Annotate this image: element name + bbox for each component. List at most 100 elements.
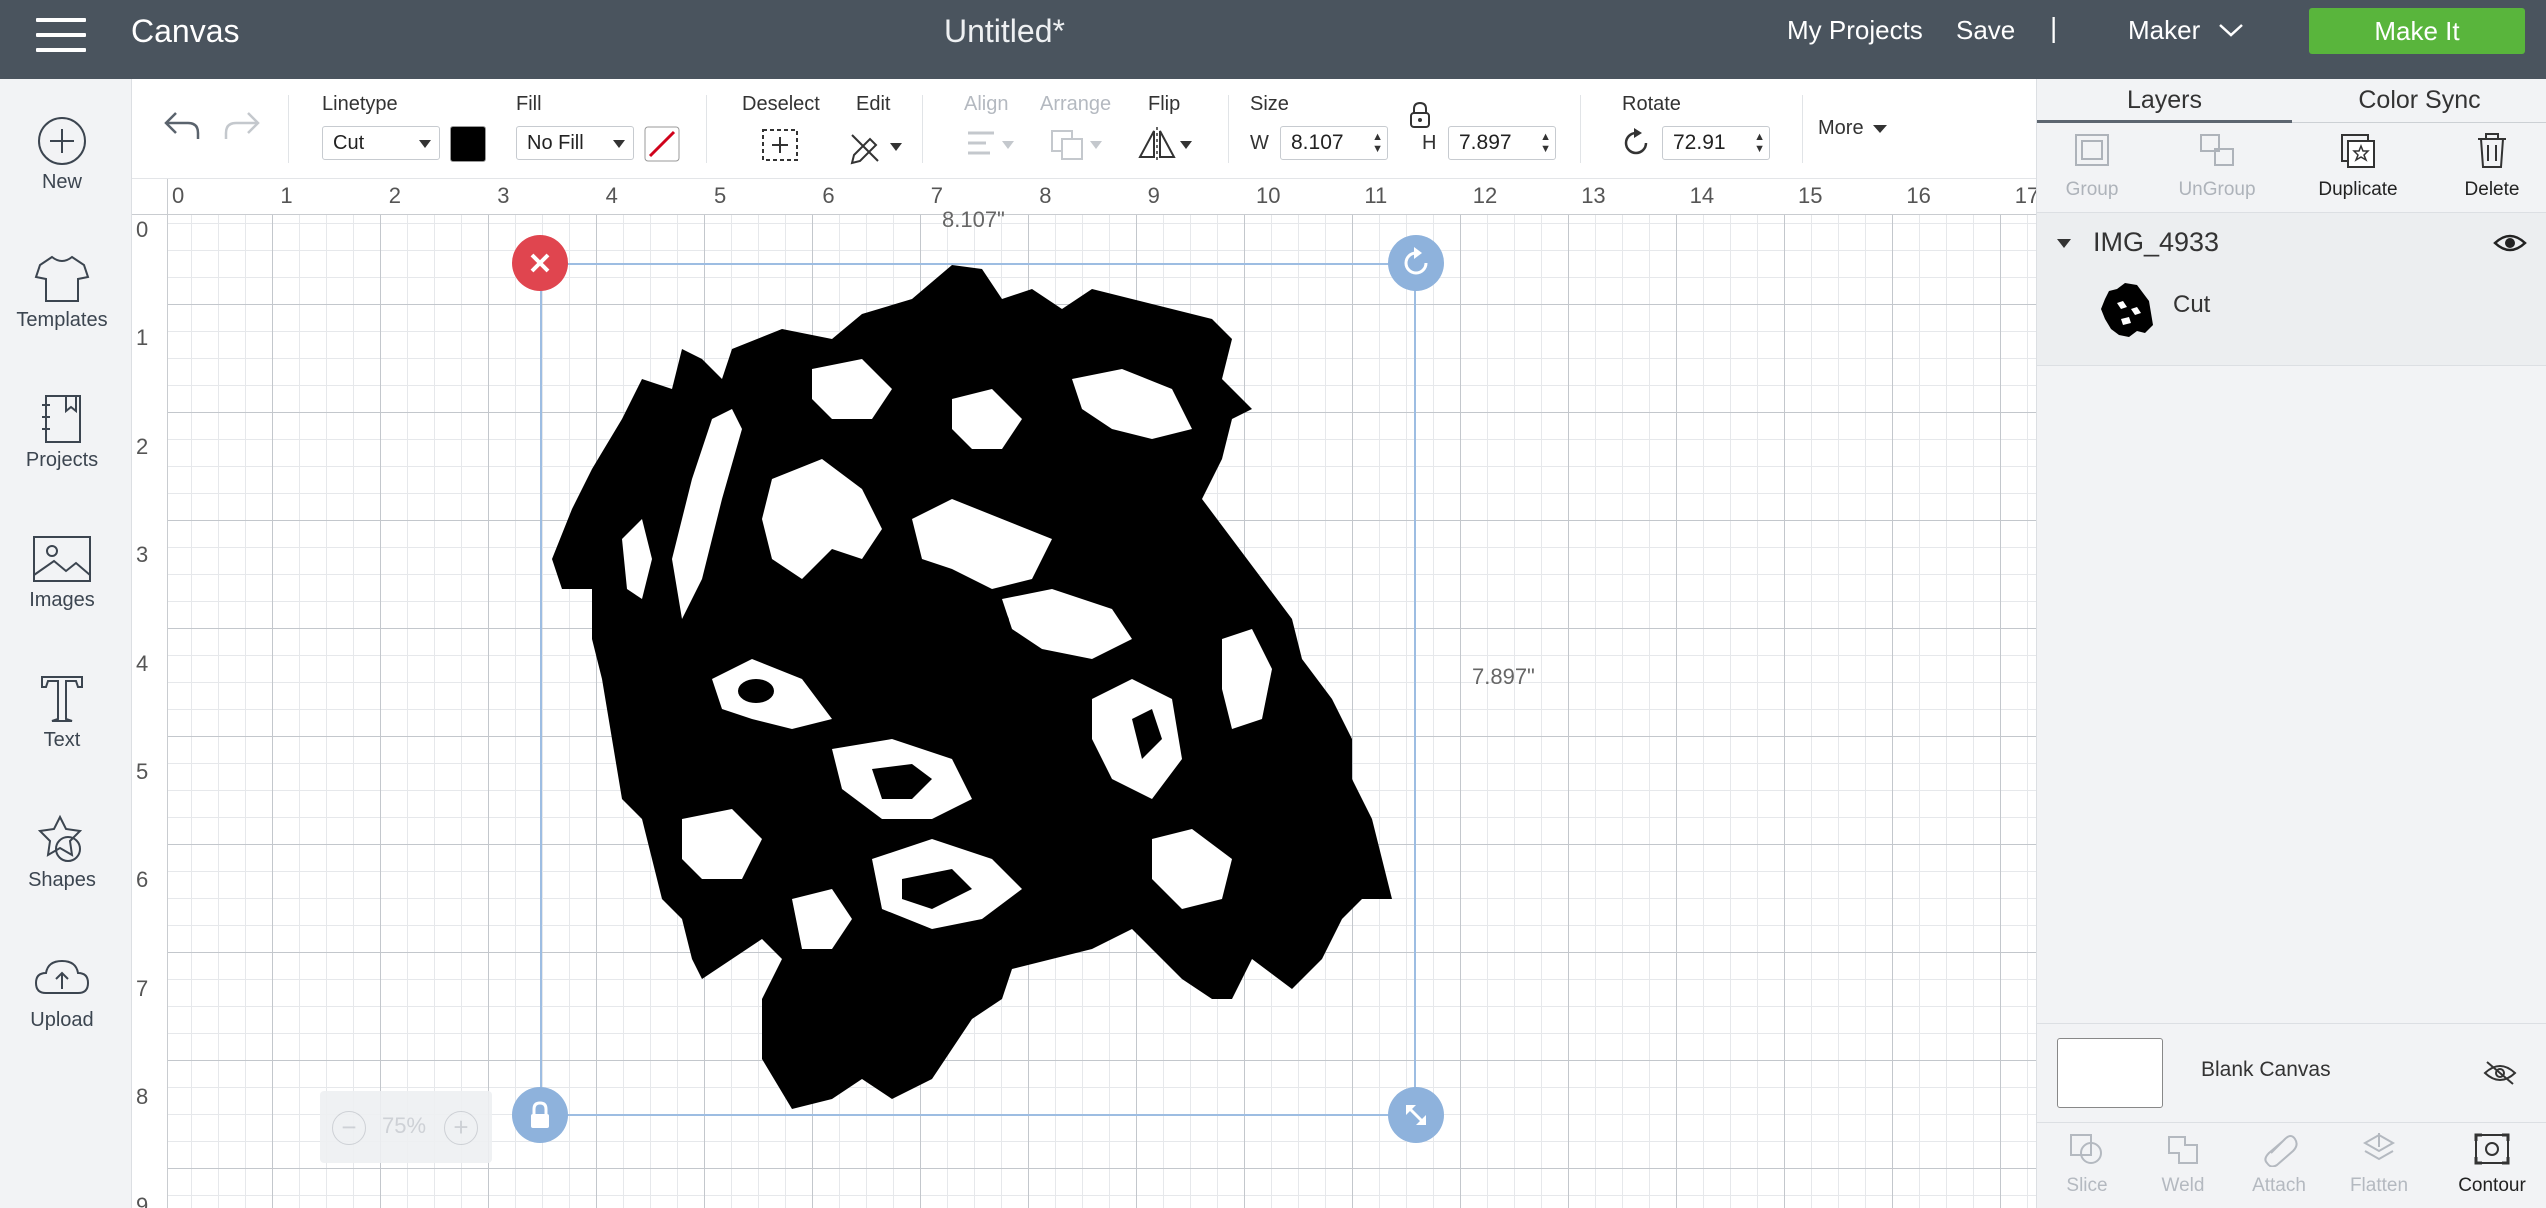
sidebar-item-templates[interactable]: Templates (0, 253, 124, 332)
width-input[interactable]: 8.107 ▲ ▼ (1280, 126, 1388, 160)
edit-label: Edit (856, 93, 891, 115)
flip-icon[interactable] (1136, 125, 1196, 163)
dog-artwork-image[interactable] (532, 259, 1422, 1119)
shapes-icon (37, 814, 83, 862)
ruler-tick-label: 4 (605, 183, 618, 208)
ungroup-label: UnGroup (2178, 179, 2256, 200)
resize-handle[interactable] (1388, 1087, 1444, 1143)
layer-group-row[interactable]: IMG_4933 (2037, 221, 2546, 265)
delete-button[interactable]: Delete (2437, 131, 2546, 201)
sidebar-item-label: Templates (16, 309, 108, 331)
layers-panel: Layers Color Sync Group UnGroup Duplicat… (2036, 79, 2546, 1208)
design-canvas[interactable]: 0 1 2 3 4 5 6 7 8 9 10 11 12 13 14 15 16 17 0123456789 8.… (132, 179, 2036, 1208)
duplicate-icon (2341, 134, 2375, 168)
resize-icon (1406, 1105, 1426, 1125)
edit-toolbar: Linetype Cut Fill No Fill Deselect Edit … (132, 79, 2036, 179)
fill-select[interactable]: No Fill (516, 126, 634, 160)
eye-icon[interactable] (2493, 231, 2527, 255)
chevron-down-icon[interactable] (2218, 22, 2244, 38)
layer-name: Cut (2173, 291, 2211, 318)
contour-button[interactable]: Contour (2437, 1131, 2546, 1197)
slice-button[interactable]: Slice (2037, 1131, 2137, 1197)
deselect-icon[interactable] (760, 127, 800, 163)
flip-label: Flip (1148, 93, 1181, 115)
flatten-icon (2362, 1133, 2396, 1161)
tab-color-sync[interactable]: Color Sync (2292, 79, 2546, 123)
ungroup-button[interactable]: UnGroup (2147, 131, 2287, 201)
lock-icon (531, 1101, 549, 1128)
ruler-tick-label: 14 (1689, 183, 1715, 208)
rotate-value: 72.91 (1673, 131, 1726, 154)
blank-canvas-row[interactable]: Blank Canvas (2037, 1023, 2546, 1121)
rotate-stepper[interactable]: ▲ ▼ (1754, 131, 1765, 155)
ruler-tick-label: 0 (172, 183, 185, 208)
height-label: H (1422, 132, 1437, 154)
width-dimension: 8.107" (942, 207, 1005, 232)
my-projects-link[interactable]: My Projects (1787, 15, 1923, 46)
ruler-tick-label: 10 (1256, 183, 1281, 208)
fill-color-swatch[interactable] (644, 126, 680, 162)
lock-handle[interactable] (512, 1087, 568, 1143)
sidebar-item-images[interactable]: Images (0, 533, 124, 612)
height-value: 7.897 (1459, 131, 1512, 154)
menu-icon[interactable] (36, 18, 86, 54)
zoom-out-button[interactable]: − (332, 1111, 366, 1145)
layer-group-name: IMG_4933 (2093, 227, 2220, 257)
weld-label: Weld (2161, 1175, 2205, 1196)
duplicate-button[interactable]: Duplicate (2293, 131, 2423, 201)
text-icon (41, 676, 83, 722)
bottom-actions: Slice Weld Attach Flatten Contour (2037, 1122, 2546, 1208)
height-stepper[interactable]: ▲ ▼ (1540, 131, 1551, 155)
edit-icon[interactable] (848, 125, 904, 165)
toolbar-divider (922, 95, 923, 163)
ruler-tick-label: 9 (136, 1192, 149, 1208)
sidebar-item-upload[interactable]: Upload (0, 953, 124, 1032)
fill-label: Fill (516, 93, 542, 115)
width-stepper[interactable]: ▲ ▼ (1372, 131, 1383, 155)
rotate-handle[interactable] (1388, 235, 1444, 291)
machine-select[interactable]: Maker (2128, 15, 2200, 46)
slice-label: Slice (2066, 1175, 2108, 1196)
sidebar-item-new[interactable]: New (0, 115, 124, 194)
layer-thumbnail (2101, 283, 2153, 337)
height-input[interactable]: 7.897 ▲ ▼ (1448, 126, 1556, 160)
zoom-in-button[interactable]: + (444, 1111, 478, 1145)
paperclip-icon (2264, 1135, 2298, 1168)
layer-item[interactable]: Cut (2037, 269, 2546, 349)
ruler-tick-label: 7 (136, 975, 149, 1001)
caret-down-icon[interactable] (2057, 239, 2071, 248)
eye-hidden-icon[interactable] (2483, 1060, 2517, 1086)
close-icon (530, 253, 550, 273)
zoom-value: 75% (382, 1113, 427, 1138)
delete-handle[interactable] (512, 235, 568, 291)
blank-canvas-swatch[interactable] (2057, 1038, 2163, 1108)
tab-layers[interactable]: Layers (2037, 79, 2292, 123)
more-menu[interactable]: More (1818, 117, 1888, 140)
group-button[interactable]: Group (2037, 131, 2147, 201)
attach-button[interactable]: Attach (2229, 1131, 2329, 1197)
lock-icon[interactable] (1408, 101, 1432, 129)
make-it-button[interactable]: Make It (2309, 8, 2525, 54)
sidebar-item-shapes[interactable]: Shapes (0, 813, 124, 892)
rotate-icon (1404, 247, 1428, 275)
linetype-color-swatch[interactable] (450, 126, 486, 162)
save-button[interactable]: Save (1956, 15, 2015, 46)
align-label: Align (964, 93, 1009, 115)
linetype-label: Linetype (322, 93, 398, 115)
linetype-select[interactable]: Cut (322, 126, 440, 160)
flatten-button[interactable]: Flatten (2329, 1131, 2429, 1197)
sidebar-item-projects[interactable]: Projects (0, 393, 124, 472)
redo-icon[interactable] (222, 109, 262, 143)
ruler-tick-label: 9 (1147, 183, 1160, 208)
rotate-input[interactable]: 72.91 ▲ ▼ (1662, 126, 1770, 160)
sidebar-item-label: Projects (25, 449, 99, 471)
sidebar-item-text[interactable]: Text (0, 673, 124, 752)
ruler-tick-label: 15 (1798, 183, 1823, 208)
toolbar-divider (1228, 95, 1229, 163)
weld-icon (2168, 1136, 2198, 1164)
ruler-tick-label: 16 (1906, 183, 1931, 208)
weld-button[interactable]: Weld (2133, 1131, 2233, 1197)
sidebar-item-label: Shapes (28, 869, 96, 891)
undo-icon[interactable] (162, 109, 202, 143)
sidebar-item-label: Images (29, 589, 95, 611)
